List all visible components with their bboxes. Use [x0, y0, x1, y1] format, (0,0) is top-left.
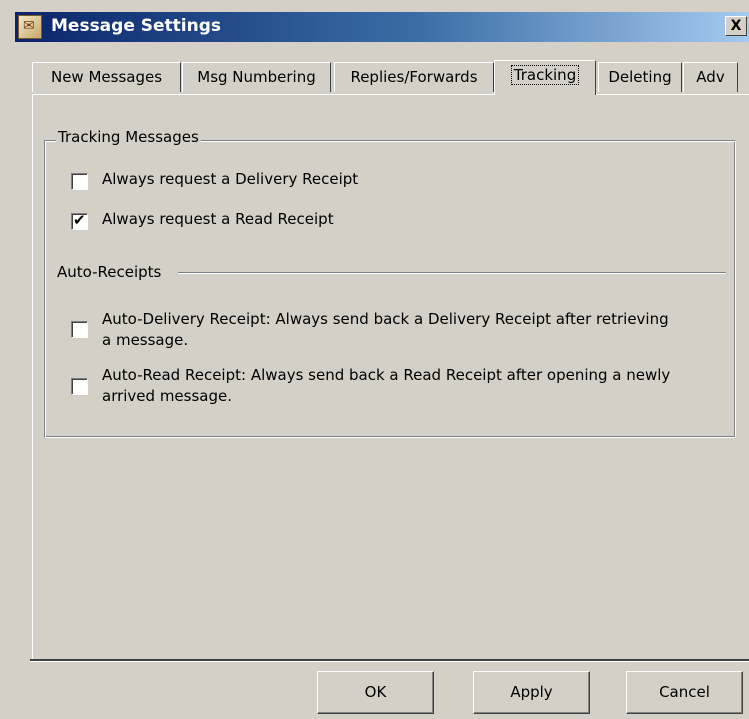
- auto-receipts-heading: Auto-Receipts: [57, 263, 162, 281]
- ok-button[interactable]: OK: [317, 671, 434, 714]
- apply-button[interactable]: Apply: [473, 671, 590, 714]
- tab-label: Msg Numbering: [197, 68, 316, 86]
- group-title: Tracking Messages: [56, 128, 201, 146]
- tab-new-messages[interactable]: New Messages: [32, 62, 181, 92]
- tab-replies-forwards[interactable]: Replies/Forwards: [334, 62, 494, 92]
- auto-delivery-checkbox[interactable]: [71, 321, 88, 338]
- tab-msg-numbering[interactable]: Msg Numbering: [182, 62, 331, 92]
- tab-label: Replies/Forwards: [350, 68, 478, 86]
- divider: [178, 272, 726, 274]
- auto-delivery-label: Auto-Delivery Receipt: Always send back …: [102, 310, 669, 349]
- tab-label: Deleting: [608, 68, 672, 86]
- read-receipt-checkbox[interactable]: ✔: [71, 211, 88, 230]
- cancel-button[interactable]: Cancel: [626, 671, 743, 714]
- tab-deleting[interactable]: Deleting: [598, 62, 682, 92]
- close-button[interactable]: X: [725, 16, 747, 36]
- delivery-receipt-checkbox[interactable]: [71, 173, 88, 190]
- tab-label: Adv: [696, 68, 725, 86]
- title-bar: ✉ Message Settings X: [15, 12, 749, 42]
- tab-label: Tracking: [510, 65, 580, 85]
- app-icon: ✉: [18, 15, 42, 39]
- auto-read-label: Auto-Read Receipt: Always send back a Re…: [102, 366, 671, 405]
- window-title: Message Settings: [51, 16, 222, 36]
- auto-read-checkbox[interactable]: [71, 378, 88, 395]
- delivery-receipt-label: Always request a Delivery Receipt: [102, 170, 359, 188]
- tab-label: New Messages: [50, 68, 163, 86]
- bottom-separator: [30, 659, 749, 662]
- tab-adv[interactable]: Adv: [683, 62, 738, 92]
- tab-tracking[interactable]: Tracking: [494, 60, 596, 95]
- check-icon: ✔: [73, 211, 86, 229]
- read-receipt-label: Always request a Read Receipt: [102, 210, 334, 228]
